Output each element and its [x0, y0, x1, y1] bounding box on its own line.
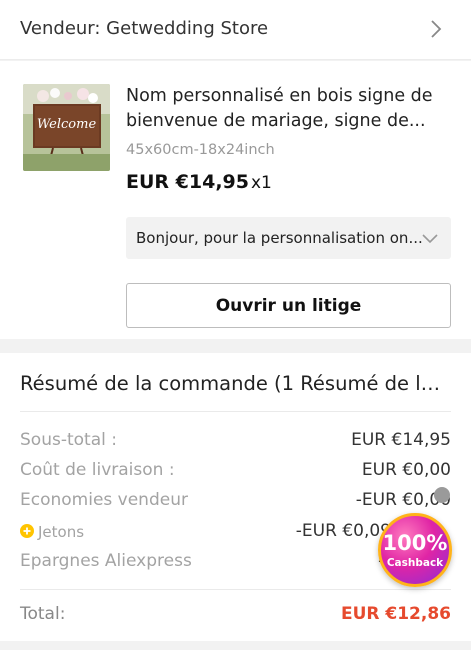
- product-variant: 45x60cm-18x24inch: [126, 142, 275, 158]
- subtotal-label: Sous-total :: [20, 430, 117, 450]
- coins-value: -EUR €0,09: [295, 521, 391, 541]
- divider: [20, 411, 451, 412]
- cashback-badge[interactable]: 100% Cashback: [378, 513, 452, 587]
- cashback-percent: 100%: [382, 531, 448, 555]
- thumbnail-sign-text: Welcome: [36, 117, 97, 132]
- buyer-note-dropdown[interactable]: Bonjour, pour la personnalisation on...: [126, 217, 451, 259]
- aliexpress-savings-label: Epargnes Aliexpress: [20, 551, 192, 571]
- seller-header[interactable]: Vendeur: Getwedding Store: [0, 0, 471, 60]
- coins-label: Jetons: [38, 523, 85, 541]
- coins-label-group: Jetons: [20, 523, 84, 541]
- cashback-label: Cashback: [386, 557, 444, 569]
- summary-row-subtotal: Sous-total : EUR €14,95: [20, 430, 451, 456]
- summary-row-seller-savings: Economies vendeur -EUR €0,00: [20, 490, 451, 516]
- seller-name: Vendeur: Getwedding Store: [20, 18, 269, 39]
- subtotal-value: EUR €14,95: [351, 430, 451, 450]
- shipping-label: Coût de livraison :: [20, 460, 175, 480]
- total-label: Total:: [20, 604, 66, 624]
- product-price: EUR €14,95: [126, 171, 249, 193]
- order-summary: Résumé de la commande (1 Résumé de la c.…: [0, 353, 471, 641]
- summary-row-shipping: Coût de livraison : EUR €0,00: [20, 460, 451, 486]
- total-value: EUR €12,86: [340, 604, 451, 624]
- summary-title: Résumé de la commande (1 Résumé de la c.…: [20, 372, 450, 395]
- open-dispute-button[interactable]: Ouvrir un litige: [126, 283, 451, 328]
- divider: [20, 589, 451, 590]
- chevron-right-icon: [431, 20, 442, 38]
- order-item-card: Welcome Nom personnalisé en bois signe d…: [0, 61, 471, 339]
- chevron-down-icon: [422, 234, 438, 244]
- price-line: EUR €14,95 x1: [126, 171, 272, 193]
- shipping-value: EUR €0,00: [361, 460, 451, 480]
- buyer-note-text: Bonjour, pour la personnalisation on...: [136, 229, 423, 247]
- product-thumbnail[interactable]: Welcome: [23, 84, 110, 171]
- summary-row-total: Total: EUR €12,86: [20, 604, 451, 630]
- scroll-indicator: [434, 487, 450, 503]
- product-title[interactable]: Nom personnalisé en bois signe de bienve…: [126, 84, 446, 134]
- seller-savings-label: Economies vendeur: [20, 490, 188, 510]
- coin-icon: [20, 524, 34, 538]
- product-quantity: x1: [250, 173, 272, 193]
